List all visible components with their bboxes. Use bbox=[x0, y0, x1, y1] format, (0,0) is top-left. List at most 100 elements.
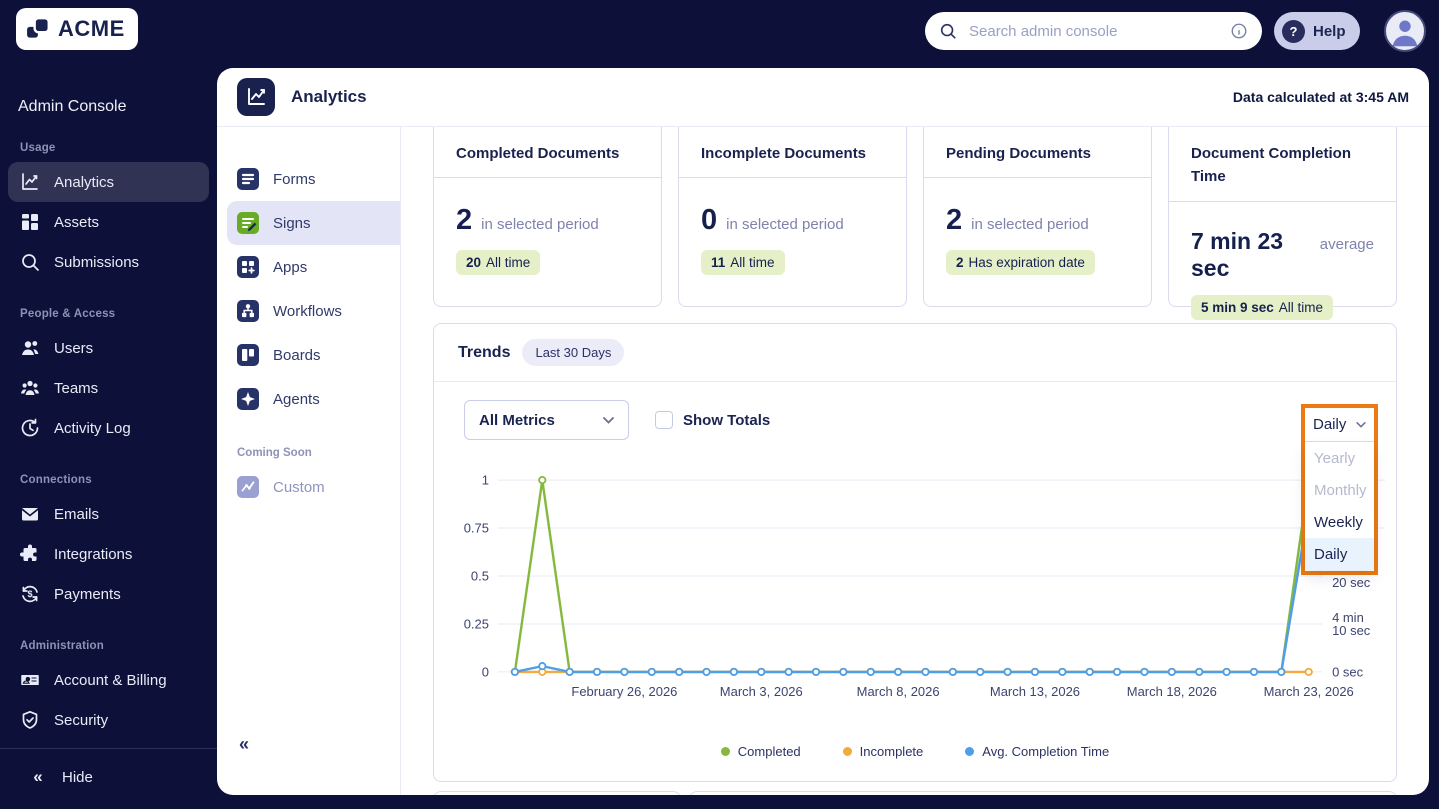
subnav-item-apps[interactable]: Apps bbox=[217, 245, 400, 289]
sidebar-item-users[interactable]: Users bbox=[8, 328, 209, 368]
acme-logo[interactable]: ACME bbox=[16, 8, 138, 50]
all-time-badge: 2 Has expiration date bbox=[946, 250, 1095, 276]
partial-card bbox=[689, 791, 1397, 795]
users-icon bbox=[20, 338, 40, 358]
all-time-badge: 20 All time bbox=[456, 250, 541, 276]
data-calculated-note: Data calculated at 3:45 AM bbox=[1232, 89, 1409, 105]
svg-text:February 26, 2026: February 26, 2026 bbox=[571, 684, 677, 699]
payments-icon: $ bbox=[20, 584, 40, 604]
legend-item[interactable]: Completed bbox=[720, 744, 801, 759]
legend-item[interactable]: Avg. Completion Time bbox=[965, 744, 1109, 759]
search-icon bbox=[939, 22, 957, 40]
analytics-page-icon bbox=[237, 78, 275, 116]
period-option-weekly[interactable]: Weekly bbox=[1305, 506, 1374, 538]
stat-card-title: Document Completion Time bbox=[1169, 127, 1396, 202]
metrics-dropdown[interactable]: All Metrics bbox=[464, 400, 629, 440]
svg-text:March 8, 2026: March 8, 2026 bbox=[857, 684, 940, 699]
all-time-badge: 11 All time bbox=[701, 250, 785, 276]
sidebar-item-integrations[interactable]: Integrations bbox=[8, 534, 209, 574]
svg-text:March 23, 2026: March 23, 2026 bbox=[1264, 684, 1354, 699]
stat-suffix: in selected period bbox=[726, 216, 844, 234]
sidebar-section-label: Connections bbox=[20, 474, 92, 486]
legend-item[interactable]: Incomplete bbox=[842, 744, 923, 759]
analytics-icon bbox=[20, 172, 40, 192]
subnav-item-custom[interactable]: Custom bbox=[217, 465, 400, 509]
svg-text:0.75: 0.75 bbox=[464, 521, 489, 536]
stat-card: Incomplete Documents 0 in selected perio… bbox=[678, 127, 907, 307]
chevron-down-icon bbox=[603, 416, 614, 424]
stat-value: 0 bbox=[701, 204, 718, 237]
partial-card bbox=[433, 791, 681, 795]
content-area: Completed Documents 2 in selected period… bbox=[401, 127, 1429, 795]
svg-text:0.25: 0.25 bbox=[464, 616, 489, 631]
workflows-icon bbox=[237, 300, 259, 322]
svg-text:$: $ bbox=[27, 589, 32, 599]
stat-card: Pending Documents 2 in selected period 2… bbox=[923, 127, 1152, 307]
integrations-icon bbox=[20, 544, 40, 564]
sidebar-section-label: People & Access bbox=[20, 308, 116, 320]
subnav-item-forms[interactable]: Forms bbox=[217, 157, 400, 201]
subnav-item-signs[interactable]: Signs bbox=[227, 201, 400, 245]
stat-suffix: in selected period bbox=[481, 216, 599, 234]
sidebar-item-teams[interactable]: Teams bbox=[8, 368, 209, 408]
period-option-daily[interactable]: Daily bbox=[1305, 538, 1374, 570]
legend-dot bbox=[842, 747, 852, 756]
trends-controls: All Metrics Show Totals bbox=[464, 400, 1366, 440]
collapse-icon: « bbox=[33, 767, 43, 786]
sidebar-item-account-billing[interactable]: Account & Billing bbox=[8, 660, 209, 700]
period-dropdown[interactable]: Daily bbox=[1305, 408, 1374, 442]
forms-icon bbox=[237, 168, 259, 190]
sidebar-item-analytics[interactable]: Analytics bbox=[8, 162, 209, 202]
stat-card-title: Pending Documents bbox=[924, 127, 1151, 179]
svg-text:March 18, 2026: March 18, 2026 bbox=[1127, 684, 1217, 699]
svg-text:0.5: 0.5 bbox=[471, 569, 489, 584]
avatar[interactable] bbox=[1384, 10, 1426, 52]
sidebar-item-security[interactable]: Security bbox=[8, 700, 209, 740]
period-option-monthly[interactable]: Monthly bbox=[1305, 474, 1374, 506]
sidebar-footer: « Hide bbox=[0, 748, 217, 809]
svg-text:1: 1 bbox=[482, 473, 489, 488]
trends-card: Trends Last 30 Days All Metrics Show Tot… bbox=[433, 323, 1397, 782]
subnav-item-agents[interactable]: Agents bbox=[217, 377, 400, 421]
hide-sidebar-button[interactable]: « Hide bbox=[16, 757, 201, 797]
acme-logo-icon bbox=[26, 17, 52, 41]
question-icon: ? bbox=[1282, 19, 1305, 43]
help-button[interactable]: ? Help bbox=[1274, 12, 1360, 50]
sidebar-item-emails[interactable]: Emails bbox=[8, 494, 209, 534]
sidebar-section-label: Administration bbox=[20, 640, 104, 652]
period-option-yearly[interactable]: Yearly bbox=[1305, 442, 1374, 474]
sidebar-item-payments[interactable]: $ Payments bbox=[8, 574, 209, 614]
apps-icon bbox=[237, 256, 259, 278]
stat-value: 7 min 23 sec bbox=[1191, 227, 1284, 281]
info-icon[interactable] bbox=[1230, 22, 1248, 40]
sidebar-title: Admin Console bbox=[18, 98, 127, 115]
next-row-cards bbox=[433, 791, 1397, 795]
stat-card: Document Completion Time 7 min 23 sec av… bbox=[1168, 127, 1397, 320]
show-totals-checkbox[interactable]: Show Totals bbox=[655, 411, 770, 429]
checkbox-box bbox=[655, 411, 673, 429]
svg-text:0 sec: 0 sec bbox=[1332, 664, 1364, 679]
stat-card-title: Incomplete Documents bbox=[679, 127, 906, 179]
assets-icon bbox=[20, 212, 40, 232]
teams-icon bbox=[20, 378, 40, 398]
search-bar[interactable] bbox=[925, 12, 1262, 50]
search-input[interactable] bbox=[967, 21, 1220, 41]
svg-text:March 13, 2026: March 13, 2026 bbox=[990, 684, 1080, 699]
product-subnav: Forms Signs Apps Workflows Boards Agents… bbox=[217, 127, 401, 795]
trends-title: Trends bbox=[458, 343, 511, 361]
svg-text:20 sec: 20 sec bbox=[1332, 575, 1371, 590]
sidebar-item-submissions[interactable]: Submissions bbox=[8, 242, 209, 282]
all-time-badge: 5 min 9 sec All time bbox=[1191, 294, 1334, 320]
stat-value: 2 bbox=[946, 204, 963, 237]
trends-line-chart[interactable]: 0 0.25 0.5 0.75 1 February 26, 2026 March 3, 2… bbox=[434, 454, 1396, 714]
stat-suffix: in selected period bbox=[971, 216, 1089, 234]
acme-logo-text: ACME bbox=[58, 16, 125, 41]
chevron-down-icon bbox=[1356, 421, 1366, 428]
svg-text:March 3, 2026: March 3, 2026 bbox=[720, 684, 803, 699]
sidebar-item-activity-log[interactable]: Activity Log bbox=[8, 408, 209, 448]
subnav-item-workflows[interactable]: Workflows bbox=[217, 289, 400, 333]
boards-icon bbox=[237, 344, 259, 366]
collapse-subnav-button[interactable]: « bbox=[239, 734, 249, 755]
subnav-item-boards[interactable]: Boards bbox=[217, 333, 400, 377]
sidebar-item-assets[interactable]: Assets bbox=[8, 202, 209, 242]
